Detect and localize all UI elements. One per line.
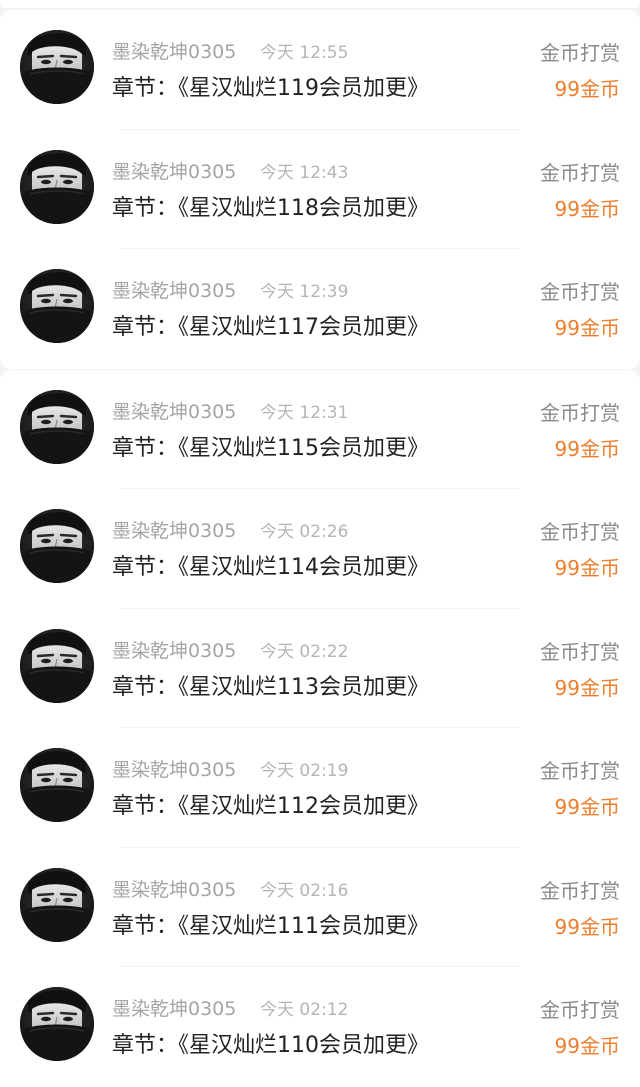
chapter-title: 章节：《星汉灿烂113会员加更》: [112, 674, 429, 700]
timestamp: 今天 02:12: [260, 1000, 349, 1020]
reward-amount: 99金币: [554, 316, 620, 340]
reward-amount: 99金币: [554, 795, 620, 819]
avatar-portrait-icon: [20, 30, 94, 104]
timestamp: 今天 02:22: [260, 641, 349, 662]
avatar-portrait-icon: [20, 269, 94, 343]
chapter-title: 章节：《星汉灿烂114会员加更》: [112, 555, 429, 580]
chapter-title: 章节：《星汉灿烂112会员加更》: [112, 794, 429, 819]
reward-amount: 99金币: [554, 914, 620, 939]
timestamp: 今天 02:16: [260, 880, 349, 901]
chapter-title: 章节：《星汉灿烂111会员加更》: [112, 913, 429, 939]
timestamp: 今天 12:39: [260, 282, 349, 302]
user-avatar[interactable]: [20, 867, 94, 942]
avatar-portrait-icon: [20, 748, 94, 822]
reward-type-label: 金币打赏: [540, 280, 620, 304]
username[interactable]: 墨染乾坤0305: [112, 994, 236, 1021]
reward-type-label: 金币打赏: [540, 41, 620, 65]
timestamp: 今天 02:26: [260, 522, 349, 542]
user-avatar[interactable]: [20, 748, 94, 822]
timestamp: 今天 12:43: [260, 162, 349, 183]
username[interactable]: 墨染乾坤0305: [112, 875, 236, 902]
chapter-title: 章节：《星汉灿烂115会员加更》: [112, 435, 429, 461]
username[interactable]: 墨染乾坤0305: [112, 157, 236, 184]
list-item[interactable]: 墨染乾坤0305 今天 12:43 章节：《星汉灿烂118会员加更》 金币打赏 …: [0, 129, 640, 249]
avatar-portrait-icon: [20, 509, 94, 583]
reward-type-label: 金币打赏: [540, 639, 620, 664]
reward-type-label: 金币打赏: [540, 400, 620, 425]
timestamp: 今天 02:19: [260, 761, 349, 781]
user-avatar[interactable]: [20, 987, 94, 1061]
reward-amount: 99金币: [554, 196, 620, 221]
username[interactable]: 墨染乾坤0305: [112, 755, 236, 782]
reward-type-label: 金币打赏: [540, 520, 620, 544]
reward-type-label: 金币打赏: [540, 878, 620, 903]
user-avatar[interactable]: [20, 269, 94, 343]
chapter-title: 章节：《星汉灿烂110会员加更》: [112, 1033, 429, 1058]
chapter-title: 章节：《星汉灿烂118会员加更》: [112, 195, 429, 221]
username[interactable]: 墨染乾坤0305: [112, 636, 236, 663]
user-avatar[interactable]: [20, 149, 94, 224]
list-item[interactable]: 墨染乾坤0305 今天 02:16 章节：《星汉灿烂111会员加更》 金币打赏 …: [0, 847, 640, 967]
avatar-portrait-icon: [20, 628, 94, 703]
username[interactable]: 墨染乾坤0305: [112, 276, 236, 303]
list-item[interactable]: 墨染乾坤0305 今天 02:22 章节：《星汉灿烂113会员加更》 金币打赏 …: [0, 608, 640, 728]
username[interactable]: 墨染乾坤0305: [112, 397, 236, 424]
reward-amount: 99金币: [554, 77, 620, 101]
list-item[interactable]: 墨染乾坤0305 今天 02:26 章节：《星汉灿烂114会员加更》 金币打赏 …: [0, 489, 640, 609]
timestamp: 今天 12:55: [260, 43, 349, 63]
list-item[interactable]: 墨染乾坤0305 今天 12:39 章节：《星汉灿烂117会员加更》 金币打赏 …: [0, 249, 640, 369]
username[interactable]: 墨染乾坤0305: [112, 516, 236, 543]
user-avatar[interactable]: [20, 30, 94, 104]
avatar-portrait-icon: [20, 867, 94, 942]
chapter-title: 章节：《星汉灿烂119会员加更》: [112, 76, 429, 101]
chapter-title: 章节：《星汉灿烂117会员加更》: [112, 315, 429, 340]
reward-type-label: 金币打赏: [540, 160, 620, 185]
reward-list: 墨染乾坤0305 今天 12:55 章节：《星汉灿烂119会员加更》 金币打赏 …: [0, 10, 640, 1087]
list-item[interactable]: 墨染乾坤0305 今天 02:19 章节：《星汉灿烂112会员加更》 金币打赏 …: [0, 728, 640, 848]
user-avatar[interactable]: [20, 389, 94, 464]
reward-amount: 99金币: [554, 436, 620, 461]
user-avatar[interactable]: [20, 628, 94, 703]
username[interactable]: 墨染乾坤0305: [112, 37, 236, 64]
avatar-portrait-icon: [20, 987, 94, 1061]
reward-type-label: 金币打赏: [540, 998, 620, 1022]
reward-type-label: 金币打赏: [540, 759, 620, 783]
reward-amount: 99金币: [554, 675, 620, 700]
list-item[interactable]: 墨染乾坤0305 今天 02:12 章节：《星汉灿烂110会员加更》 金币打赏 …: [0, 967, 640, 1087]
avatar-portrait-icon: [20, 389, 94, 464]
previous-card-edge: [0, 0, 640, 8]
reward-amount: 99金币: [554, 556, 620, 580]
reward-records-page: 墨染乾坤0305 今天 12:55 章节：《星汉灿烂119会员加更》 金币打赏 …: [0, 0, 640, 1087]
list-item[interactable]: 墨染乾坤0305 今天 12:31 章节：《星汉灿烂115会员加更》 金币打赏 …: [0, 369, 640, 489]
avatar-portrait-icon: [20, 149, 94, 224]
user-avatar[interactable]: [20, 509, 94, 583]
timestamp: 今天 12:31: [260, 402, 349, 423]
list-item[interactable]: 墨染乾坤0305 今天 12:55 章节：《星汉灿烂119会员加更》 金币打赏 …: [0, 10, 640, 130]
reward-amount: 99金币: [554, 1034, 620, 1058]
